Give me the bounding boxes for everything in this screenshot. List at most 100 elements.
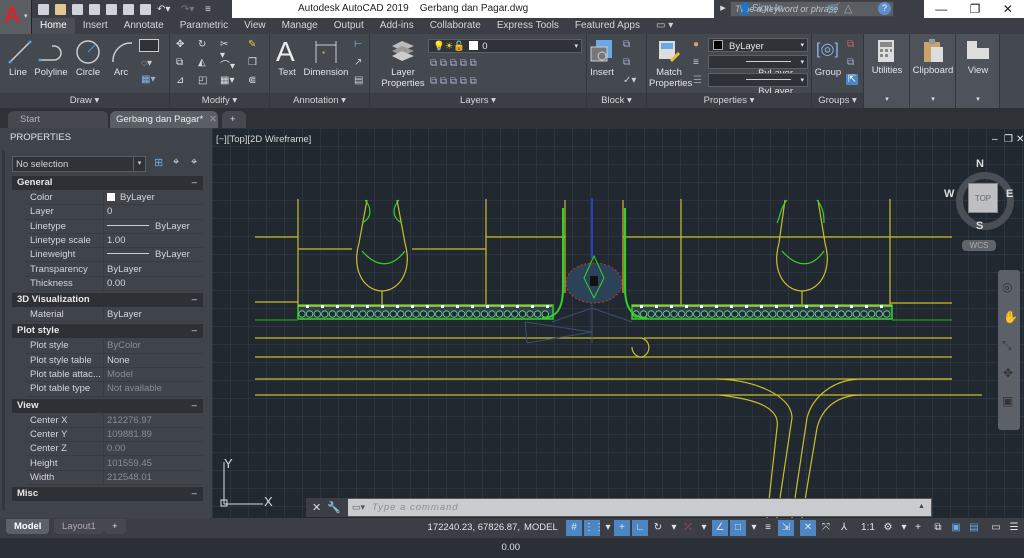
copy-icon[interactable]: ⧉ — [176, 57, 188, 68]
layer-properties-button[interactable]: Layer Properties — [378, 67, 428, 89]
property-value[interactable]: 109881.89 — [103, 427, 203, 442]
close-tab-icon[interactable]: ✕ — [209, 114, 217, 125]
help-icon[interactable]: ? — [878, 2, 891, 15]
annotation-monitor-icon[interactable]: + — [910, 520, 926, 536]
drawing-viewport[interactable]: TOP N S E W WCS – ❐ ✕ ◎ ✋ ⤡ ✥ ▣ Y X — [212, 128, 1024, 518]
object-snap-tracking-icon[interactable]: ∠ — [712, 520, 728, 536]
layout-tab-layout1[interactable]: Layout1 — [54, 519, 104, 534]
collapse-icon[interactable]: – — [192, 399, 197, 413]
clipboard-button[interactable]: Clipboard ▾ — [910, 34, 956, 108]
command-history-icon[interactable]: ▲ — [918, 503, 925, 510]
linetype-dropdown[interactable]: ByLayer▾ — [708, 55, 808, 79]
property-value[interactable]: Not available — [103, 382, 203, 397]
property-value[interactable]: ByLayer — [103, 308, 203, 323]
save-icon[interactable] — [72, 3, 83, 15]
color-dropdown[interactable]: ByLayer ▾ — [708, 38, 808, 52]
rectangle-icon[interactable] — [139, 39, 159, 52]
open-web-icon[interactable] — [106, 3, 117, 15]
close-button[interactable]: ✕ — [1003, 2, 1013, 16]
collapse-icon[interactable]: – — [192, 324, 197, 338]
groups-panel-label[interactable]: Groups ▾ — [812, 93, 863, 108]
property-row[interactable]: Plot style ByColor — [26, 339, 203, 354]
tab-parametric[interactable]: Parametric — [172, 18, 236, 34]
tab-output[interactable]: Output — [326, 18, 372, 34]
model-space-toggle[interactable]: MODEL — [524, 518, 558, 538]
viewport-controls-label[interactable]: [−][Top][2D Wireframe] — [216, 134, 311, 145]
property-value[interactable]: 0.00 — [103, 442, 203, 457]
group-edit-icon[interactable]: ⧉ — [847, 57, 859, 68]
property-value[interactable]: None — [103, 353, 203, 368]
palette-grip[interactable] — [2, 150, 5, 510]
collapse-icon[interactable]: – — [192, 293, 197, 307]
steering-wheel-icon[interactable]: ◎ — [1002, 280, 1012, 294]
orbit-icon[interactable]: ✥ — [1003, 366, 1013, 380]
table-icon[interactable]: ▤ — [354, 75, 366, 86]
properties-panel-label[interactable]: Properties ▾ — [647, 93, 811, 108]
rotate-icon[interactable]: ↻ — [198, 39, 210, 50]
layout-tab-model[interactable]: Model — [6, 519, 50, 534]
group-selection-icon[interactable]: ⇱ — [846, 74, 858, 85]
line-button[interactable]: Line — [4, 67, 32, 78]
utilities-button[interactable]: Utilities ▾ — [864, 34, 910, 108]
ortho-icon[interactable]: ∟ — [632, 520, 648, 536]
leader-icon[interactable]: ↗ — [354, 57, 366, 68]
layers-panel-label[interactable]: Layers ▾ — [370, 93, 586, 108]
sign-in-button[interactable]: Sign In — [752, 3, 783, 14]
viewport-close-icon[interactable]: ✕ — [1016, 134, 1024, 145]
property-row[interactable]: Transparency ByLayer — [26, 262, 203, 277]
property-row[interactable]: Center X 212276.97 — [26, 413, 203, 428]
workspace-gear-icon[interactable]: ⚙ — [880, 520, 896, 536]
annotation-scale-value[interactable]: 1:1 — [856, 520, 880, 536]
wcs-menu[interactable]: WCS — [962, 240, 996, 251]
property-value[interactable]: 1.00 — [103, 233, 203, 248]
property-value[interactable]: 0.00 — [103, 276, 203, 291]
property-row[interactable]: Plot style table None — [26, 353, 203, 368]
offset-icon[interactable]: ⋐ — [248, 75, 260, 86]
section-general[interactable]: General – — [12, 176, 203, 190]
property-row[interactable]: Height 101559.45 — [26, 456, 203, 471]
zoom-extents-icon[interactable]: ⤡ — [1002, 338, 1012, 353]
annotation-scale-icon[interactable]: ⅄ — [836, 520, 852, 536]
minimize-button[interactable]: — — [935, 2, 947, 16]
tab-collaborate[interactable]: Collaborate — [422, 18, 489, 34]
array-icon[interactable]: ▦▾ — [220, 75, 234, 86]
viewcube-top-face[interactable]: TOP — [968, 183, 998, 213]
recent-commands-icon[interactable]: ▭▾ — [352, 502, 365, 513]
property-row[interactable]: Center Y 109881.89 — [26, 427, 203, 443]
property-row[interactable]: Width 212548.01 — [26, 470, 203, 486]
new-tab-button[interactable]: + — [222, 111, 246, 128]
property-value[interactable]: 212276.97 — [103, 413, 203, 428]
property-row[interactable]: Linetype ByLayer — [26, 219, 203, 234]
property-value[interactable]: ByLayer — [103, 191, 203, 205]
block-panel-label[interactable]: Block ▾ — [587, 93, 646, 108]
save-as-icon[interactable] — [89, 3, 100, 15]
property-value[interactable]: 101559.45 — [103, 456, 203, 471]
doc-tab-gerbang-dan-pagar[interactable]: Gerbang dan Pagar* ✕ — [110, 111, 218, 128]
linear-dimension-icon[interactable]: ⊢ — [354, 39, 366, 50]
polyline-button[interactable]: Polyline — [32, 67, 70, 78]
fillet-icon[interactable]: ⌒▾ — [220, 57, 235, 72]
application-menu-button[interactable]: A ▾ — [0, 0, 32, 34]
layer-tools-row-2[interactable]: ⧉ ⧉ ⧉ ⧉ ⧉ — [430, 76, 530, 87]
grid-toggle-icon[interactable]: # — [566, 520, 582, 536]
property-row[interactable]: Lineweight ByLayer — [26, 248, 203, 263]
hardware-acceleration-icon[interactable]: ▣ — [948, 520, 964, 536]
section-plot-style[interactable]: Plot style – — [12, 324, 203, 339]
collapse-icon[interactable]: – — [192, 176, 197, 190]
open-icon[interactable] — [55, 3, 66, 15]
text-button[interactable]: Text — [272, 67, 302, 78]
new-layout-button[interactable]: + — [104, 519, 126, 534]
command-input[interactable]: Type a command — [372, 502, 459, 513]
property-value[interactable]: ByLayer — [103, 262, 203, 277]
arc-button[interactable]: Arc — [108, 67, 134, 78]
trim-icon[interactable]: ✂▾ — [220, 39, 232, 61]
section-view[interactable]: View – — [12, 398, 203, 413]
showmotion-icon[interactable]: ▣ — [1002, 394, 1013, 408]
tab-manage[interactable]: Manage — [274, 18, 326, 34]
property-value[interactable]: ByLayer — [103, 219, 203, 234]
lineweight-dropdown[interactable]: ByLayer ▾ — [708, 73, 808, 97]
property-row[interactable]: Layer 0 — [26, 205, 203, 220]
select-objects-icon[interactable]: ⌖ — [173, 156, 179, 169]
annotation-visibility-icon[interactable]: ✕ — [800, 520, 816, 536]
tab-add-ins[interactable]: Add-ins — [372, 18, 422, 34]
